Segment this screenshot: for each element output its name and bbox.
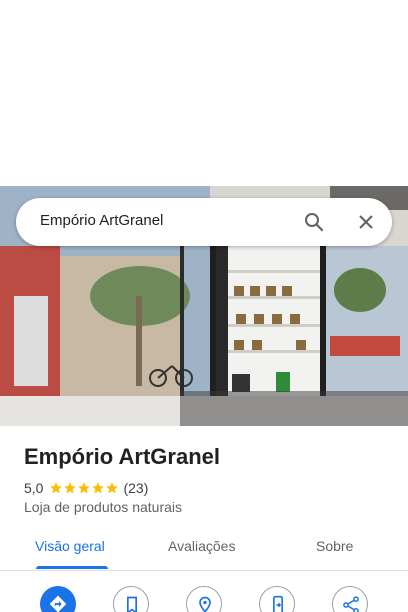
- close-icon[interactable]: [354, 210, 378, 234]
- star-icon: [106, 482, 119, 494]
- directions-button[interactable]: [40, 586, 76, 612]
- tab-overview[interactable]: Visão geral: [35, 538, 105, 554]
- star-rating: [49, 481, 119, 495]
- send-to-phone-icon: [273, 595, 283, 612]
- directions-icon: [49, 595, 67, 612]
- bookmark-icon: [127, 596, 137, 612]
- place-name: Empório ArtGranel: [24, 444, 220, 469]
- action-buttons: [0, 586, 408, 612]
- nearby-icon: [199, 596, 211, 612]
- rating-value: 5,0: [24, 480, 44, 496]
- star-icon: [50, 482, 63, 494]
- active-tab-indicator: [36, 566, 108, 569]
- search-icon[interactable]: [302, 210, 326, 234]
- review-count[interactable]: (23): [123, 480, 148, 496]
- place-category: Loja de produtos naturais: [24, 499, 182, 515]
- star-icon: [92, 482, 105, 494]
- tab-reviews[interactable]: Avaliações: [168, 538, 235, 554]
- tab-about[interactable]: Sobre: [316, 538, 353, 554]
- star-icon: [64, 482, 77, 494]
- rating-row[interactable]: 5,0 (23): [24, 479, 148, 497]
- tab-bar: Visão geral Avaliações Sobre: [0, 528, 408, 571]
- search-input[interactable]: Empório ArtGranel: [40, 212, 163, 229]
- send-to-phone-button[interactable]: [259, 586, 295, 612]
- map-blank-area: [0, 0, 408, 186]
- star-icon: [78, 482, 91, 494]
- save-button[interactable]: [113, 586, 149, 612]
- share-icon: [343, 596, 359, 612]
- nearby-button[interactable]: [186, 586, 222, 612]
- search-bar[interactable]: Empório ArtGranel: [16, 198, 392, 246]
- share-button[interactable]: [332, 586, 368, 612]
